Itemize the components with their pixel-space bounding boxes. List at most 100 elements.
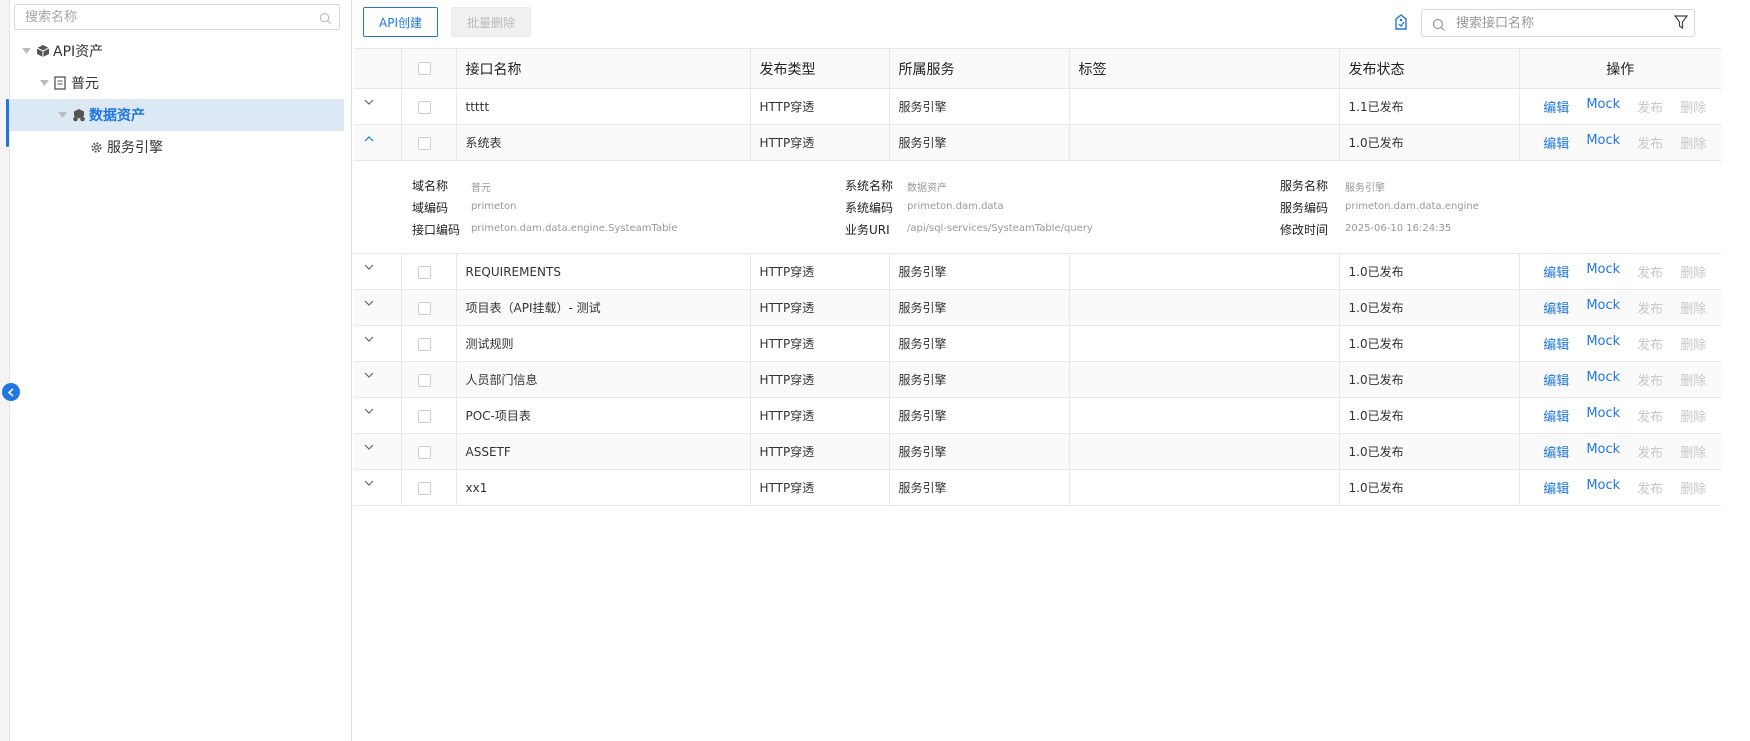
- row-checkbox[interactable]: [417, 301, 431, 315]
- caret-down-icon[interactable]: [20, 45, 32, 57]
- edit-link[interactable]: 编辑: [1543, 478, 1569, 497]
- row-status: 1.0已发布: [1339, 325, 1520, 362]
- row-checkbox-cell: [401, 289, 457, 326]
- tree-node-api-assets[interactable]: API资产: [20, 36, 103, 66]
- detail-value: 数据资产: [907, 183, 947, 194]
- row-checkbox[interactable]: [417, 481, 431, 495]
- row-service: 服务引擎: [889, 469, 1070, 506]
- expand-row-button[interactable]: [354, 289, 402, 326]
- row-service: 服务引擎: [889, 289, 1070, 326]
- header-name[interactable]: 接口名称: [456, 48, 751, 89]
- expand-row-button[interactable]: [354, 325, 402, 362]
- tree-node-service-engine[interactable]: 服务引擎: [90, 132, 163, 162]
- edit-link[interactable]: 编辑: [1543, 370, 1569, 389]
- table-row[interactable]: 测试规则 HTTP穿透 服务引擎 1.0已发布 编辑 Mock 发布 删除: [354, 325, 1721, 362]
- expand-row-button[interactable]: [354, 361, 402, 398]
- row-status: 1.0已发布: [1339, 433, 1520, 470]
- header-type[interactable]: 发布类型: [750, 48, 890, 89]
- mock-link[interactable]: Mock: [1586, 370, 1620, 389]
- row-checkbox[interactable]: [417, 136, 431, 150]
- expand-row-button[interactable]: [354, 88, 402, 125]
- table-row[interactable]: REQUIREMENTS HTTP穿透 服务引擎 1.0已发布 编辑 Mock 发布 删除: [354, 253, 1721, 290]
- search-icon[interactable]: [319, 10, 332, 29]
- api-search-input[interactable]: [1456, 13, 1656, 33]
- publish-link: 发布: [1637, 446, 1664, 461]
- edit-link[interactable]: 编辑: [1543, 298, 1569, 317]
- table-row[interactable]: 项目表（API挂载）- 测试 HTTP穿透 服务引擎 1.0已发布 编辑 Mock 发布 删除: [354, 289, 1721, 326]
- row-checkbox[interactable]: [417, 337, 431, 351]
- mock-link[interactable]: Mock: [1586, 406, 1620, 425]
- publish-link: 发布: [1637, 410, 1664, 425]
- edit-link[interactable]: 编辑: [1543, 262, 1569, 281]
- api-search[interactable]: [1421, 9, 1695, 37]
- mock-link[interactable]: Mock: [1586, 133, 1620, 152]
- batch-delete-button[interactable]: 批量删除: [451, 7, 531, 37]
- header-tag[interactable]: 标签: [1069, 48, 1340, 89]
- edit-link[interactable]: 编辑: [1543, 334, 1569, 353]
- publish-link: 发布: [1637, 302, 1664, 317]
- detail-label: 接口编码: [412, 223, 461, 237]
- table-row[interactable]: POC-项目表 HTTP穿透 服务引擎 1.0已发布 编辑 Mock 发布 删除: [354, 397, 1721, 434]
- row-checkbox[interactable]: [417, 409, 431, 423]
- row-service: 服务引擎: [889, 361, 1070, 398]
- table-row[interactable]: ASSETF HTTP穿透 服务引擎 1.0已发布 编辑 Mock 发布 删除: [354, 433, 1721, 470]
- tree-node-label: 普元: [71, 76, 99, 92]
- api-table: 接口名称 发布类型 所属服务 标签 发布状态 操作 ttttt HTTP穿透 服务引…: [354, 48, 1721, 506]
- edit-link[interactable]: 编辑: [1543, 442, 1569, 461]
- row-status: 1.0已发布: [1339, 124, 1520, 161]
- row-status: 1.0已发布: [1339, 289, 1520, 326]
- row-name: 项目表（API挂载）- 测试: [456, 289, 751, 326]
- chevron-down-icon: [364, 95, 374, 109]
- row-actions: 编辑 Mock 发布 删除: [1519, 253, 1721, 290]
- edit-link[interactable]: 编辑: [1543, 406, 1569, 425]
- collapse-row-button[interactable]: [354, 124, 402, 161]
- row-checkbox[interactable]: [417, 373, 431, 387]
- api-create-button[interactable]: API创建: [363, 7, 438, 37]
- select-all-checkbox[interactable]: [417, 62, 431, 75]
- row-checkbox[interactable]: [417, 445, 431, 459]
- row-type: HTTP穿透: [750, 289, 890, 326]
- table-row[interactable]: 系统表 HTTP穿透 服务引擎 1.0已发布 编辑 Mock 发布 删除: [354, 124, 1721, 161]
- detail-label: 业务URI: [845, 223, 890, 237]
- detail-label: 域名称: [412, 179, 449, 193]
- header-service[interactable]: 所属服务: [889, 48, 1070, 89]
- publish-link: 发布: [1637, 482, 1664, 497]
- tag-icon[interactable]: [1394, 14, 1408, 34]
- header-status[interactable]: 发布状态: [1339, 48, 1520, 89]
- filter-icon[interactable]: [1673, 15, 1689, 34]
- mock-link[interactable]: Mock: [1586, 97, 1620, 116]
- mock-link[interactable]: Mock: [1586, 442, 1620, 461]
- search-icon: [1432, 17, 1446, 36]
- expand-row-button[interactable]: [354, 253, 402, 290]
- mock-link[interactable]: Mock: [1586, 262, 1620, 281]
- edit-link[interactable]: 编辑: [1543, 133, 1569, 152]
- sidebar-search[interactable]: [14, 4, 340, 30]
- table-row[interactable]: ttttt HTTP穿透 服务引擎 1.1已发布 编辑 Mock 发布 删除: [354, 88, 1721, 125]
- tree-node-data-assets[interactable]: 数据资产: [56, 100, 145, 130]
- row-type: HTTP穿透: [750, 397, 890, 434]
- expand-row-button[interactable]: [354, 397, 402, 434]
- collapse-sidebar-button[interactable]: [2, 383, 20, 401]
- detail-label: 系统名称: [845, 179, 894, 193]
- expand-row-button[interactable]: [354, 433, 402, 470]
- caret-down-icon[interactable]: [56, 109, 68, 121]
- row-checkbox[interactable]: [417, 100, 431, 114]
- mock-link[interactable]: Mock: [1586, 334, 1620, 353]
- mock-link[interactable]: Mock: [1586, 298, 1620, 317]
- row-status: 1.0已发布: [1339, 361, 1520, 398]
- delete-link: 删除: [1680, 374, 1707, 389]
- edit-link[interactable]: 编辑: [1543, 97, 1569, 116]
- row-tag: [1069, 289, 1340, 326]
- detail-label: 域编码: [412, 201, 449, 215]
- caret-down-icon[interactable]: [38, 77, 50, 89]
- detail-label: 服务编码: [1280, 201, 1329, 215]
- row-checkbox-cell: [401, 397, 457, 434]
- expand-row-button[interactable]: [354, 469, 402, 506]
- tree-node-puyuan[interactable]: 普元: [38, 68, 99, 98]
- table-row[interactable]: 人员部门信息 HTTP穿透 服务引擎 1.0已发布 编辑 Mock 发布 删除: [354, 361, 1721, 398]
- sidebar-search-input[interactable]: [15, 5, 305, 29]
- table-row[interactable]: xx1 HTTP穿透 服务引擎 1.0已发布 编辑 Mock 发布 删除: [354, 469, 1721, 506]
- mock-link[interactable]: Mock: [1586, 478, 1620, 497]
- row-checkbox[interactable]: [417, 265, 431, 279]
- row-actions: 编辑 Mock 发布 删除: [1519, 88, 1721, 125]
